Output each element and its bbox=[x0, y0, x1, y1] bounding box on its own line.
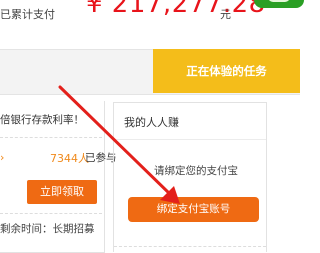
tab-active-tasks-label: 正在体验的任务 bbox=[186, 64, 267, 78]
task-description: 倍银行存款利率！ bbox=[0, 114, 84, 126]
task-divider bbox=[0, 137, 102, 138]
participant-suffix: 已参与 bbox=[85, 152, 117, 164]
panel-divider bbox=[114, 246, 266, 247]
participant-count: 7344人 bbox=[50, 152, 89, 165]
paid-total-label: 已累计支付 bbox=[0, 8, 55, 21]
paid-total-unit: 元 bbox=[220, 8, 231, 21]
tab-active-tasks[interactable]: 正在体验的任务 bbox=[153, 49, 300, 93]
claim-now-button[interactable]: 立即领取 bbox=[27, 180, 97, 204]
task-divider bbox=[0, 213, 102, 214]
bind-alipay-prompt: 请绑定您的支付宝 bbox=[154, 165, 238, 177]
panel-divider bbox=[114, 139, 266, 140]
paid-total-amount: ¥ 217,277.28 bbox=[86, 0, 266, 19]
mascot-graphic bbox=[254, 0, 304, 8]
chevron-right-icon: › bbox=[0, 151, 5, 164]
my-earnings-title: 我的人人赚 bbox=[124, 116, 179, 129]
remaining-time: 剩余时间：长期招募 bbox=[0, 223, 95, 235]
bind-alipay-button[interactable]: 绑定支付宝账号 bbox=[128, 197, 259, 222]
